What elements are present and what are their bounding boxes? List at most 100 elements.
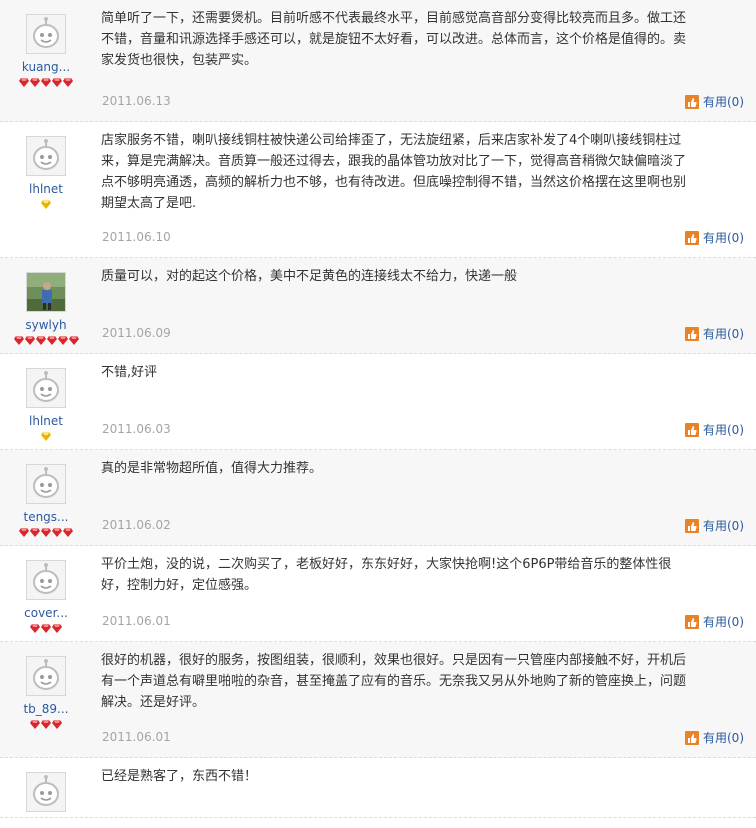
reviewer-rank <box>6 719 86 729</box>
red-gem-icon <box>63 77 74 92</box>
red-gem-icon <box>57 335 68 350</box>
review-item: kuang... 简单听了一下，还需要煲机。目前听感不代表最终水平，目前感觉高音… <box>0 0 756 122</box>
useful-label: 有用(0) <box>703 519 744 533</box>
default-avatar-icon[interactable] <box>26 772 66 812</box>
red-gem-icon <box>52 527 63 542</box>
review-text: 不错,好评 <box>101 365 158 380</box>
useful-button[interactable]: 有用(0) <box>685 421 744 438</box>
red-gem-icon <box>19 77 30 92</box>
reviewer-rank <box>6 818 86 828</box>
red-gem-icon <box>30 527 41 542</box>
reviewer-info: lhlnet <box>6 136 86 209</box>
reviewer-name[interactable]: lhlnet <box>6 414 86 428</box>
useful-label: 有用(0) <box>703 327 744 341</box>
useful-button[interactable]: 有用(0) <box>685 729 744 746</box>
default-avatar-icon[interactable] <box>26 368 66 408</box>
red-gem-icon <box>30 719 41 734</box>
red-gem-icon <box>41 623 52 638</box>
yellow-diamond-icon <box>41 199 52 214</box>
thumbs-up-icon <box>685 94 703 109</box>
reviewer-rank <box>6 623 86 633</box>
yellow-diamond-icon <box>41 431 52 446</box>
review-date: 2011.06.01 <box>102 730 171 744</box>
review-item: cover... 平价土炮，没的说，二次购买了，老板好好，东东好好，大家快抢啊!… <box>0 546 756 642</box>
reviewer-info: cover... <box>6 560 86 633</box>
review-item: tb_89... 很好的机器，很好的服务，按图组装，很顺利，效果也很好。只是因有… <box>0 642 756 758</box>
review-date: 2011.06.09 <box>102 326 171 340</box>
useful-label: 有用(0) <box>703 615 744 629</box>
default-avatar-icon[interactable] <box>26 14 66 54</box>
useful-label: 有用(0) <box>703 731 744 745</box>
reviewer-info <box>6 772 86 828</box>
reviewer-rank <box>6 335 86 345</box>
thumbs-up-icon <box>685 730 703 745</box>
review-item: tengs... 真的是非常物超所值，值得大力推荐。 2011.06.02 有用… <box>0 450 756 546</box>
default-avatar-icon[interactable] <box>26 464 66 504</box>
red-gem-icon <box>19 527 30 542</box>
review-item: sywlyh 质量可以，对的起这个价格，美中不足黄色的连接线太不给力，快递一般 … <box>0 258 756 354</box>
review-date: 2011.06.03 <box>102 422 171 436</box>
review-list: kuang... 简单听了一下，还需要煲机。目前听感不代表最终水平，目前感觉高音… <box>0 0 756 818</box>
review-text: 平价土炮，没的说，二次购买了，老板好好，东东好好，大家快抢啊!这个6P6P带给音… <box>101 557 672 593</box>
review-text: 质量可以，对的起这个价格，美中不足黄色的连接线太不给力，快递一般 <box>101 269 518 284</box>
useful-label: 有用(0) <box>703 231 744 245</box>
reviewer-info: tb_89... <box>6 656 86 729</box>
red-gem-icon <box>52 719 63 734</box>
default-avatar-icon[interactable] <box>26 656 66 696</box>
review-text: 很好的机器，很好的服务，按图组装，很顺利，效果也很好。只是因有一只管座内部接触不… <box>101 653 687 710</box>
review-text: 店家服务不错，喇叭接线铜柱被快递公司给摔歪了，无法旋纽紧，后来店家补发了4个喇叭… <box>101 133 687 211</box>
review-text: 简单听了一下，还需要煲机。目前听感不代表最终水平，目前感觉高音部分变得比较亮而且… <box>101 11 687 68</box>
reviewer-name[interactable]: kuang... <box>6 60 86 74</box>
review-item: lhlnet 不错,好评 2011.06.03 有用(0) <box>0 354 756 450</box>
useful-label: 有用(0) <box>703 423 744 437</box>
reviewer-name[interactable]: lhlnet <box>6 182 86 196</box>
reviewer-info: lhlnet <box>6 368 86 441</box>
red-gem-icon <box>41 527 52 542</box>
reviewer-rank <box>6 431 86 441</box>
review-date: 2011.06.10 <box>102 230 171 244</box>
reviewer-info: kuang... <box>6 14 86 87</box>
thumbs-up-icon <box>685 326 703 341</box>
useful-button[interactable]: 有用(0) <box>685 93 744 110</box>
red-gem-icon <box>46 335 57 350</box>
thumbs-up-icon <box>685 614 703 629</box>
review-item: 已经是熟客了，东西不错！ <box>0 758 756 818</box>
red-gem-icon <box>35 335 46 350</box>
review-item: lhlnet 店家服务不错，喇叭接线铜柱被快递公司给摔歪了，无法旋纽紧，后来店家… <box>0 122 756 258</box>
red-gem-icon <box>30 623 41 638</box>
thumbs-up-icon <box>685 230 703 245</box>
default-avatar-icon[interactable] <box>26 560 66 600</box>
red-gem-icon <box>68 335 79 350</box>
user-avatar-photo[interactable] <box>26 272 66 312</box>
reviewer-rank <box>6 527 86 537</box>
review-text: 真的是非常物超所值，值得大力推荐。 <box>101 461 323 476</box>
useful-label: 有用(0) <box>703 95 744 109</box>
useful-button[interactable]: 有用(0) <box>685 613 744 630</box>
reviewer-name[interactable]: tb_89... <box>6 702 86 716</box>
red-gem-icon <box>63 527 74 542</box>
reviewer-rank <box>6 199 86 209</box>
reviewer-info: tengs... <box>6 464 86 537</box>
useful-button[interactable]: 有用(0) <box>685 229 744 246</box>
red-gem-icon <box>52 77 63 92</box>
red-gem-icon <box>41 77 52 92</box>
red-gem-icon <box>24 335 35 350</box>
red-gem-icon <box>52 623 63 638</box>
reviewer-rank <box>6 77 86 87</box>
review-text: 已经是熟客了，东西不错！ <box>101 769 258 784</box>
review-date: 2011.06.13 <box>102 94 171 108</box>
useful-button[interactable]: 有用(0) <box>685 325 744 342</box>
thumbs-up-icon <box>685 518 703 533</box>
reviewer-info: sywlyh <box>6 272 86 345</box>
default-avatar-icon[interactable] <box>26 136 66 176</box>
review-date: 2011.06.01 <box>102 614 171 628</box>
red-gem-icon <box>13 335 24 350</box>
review-date: 2011.06.02 <box>102 518 171 532</box>
red-gem-icon <box>41 719 52 734</box>
reviewer-name[interactable]: cover... <box>6 606 86 620</box>
red-gem-icon <box>30 77 41 92</box>
reviewer-name[interactable]: tengs... <box>6 510 86 524</box>
reviewer-name[interactable]: sywlyh <box>6 318 86 332</box>
useful-button[interactable]: 有用(0) <box>685 517 744 534</box>
divider <box>0 817 756 818</box>
